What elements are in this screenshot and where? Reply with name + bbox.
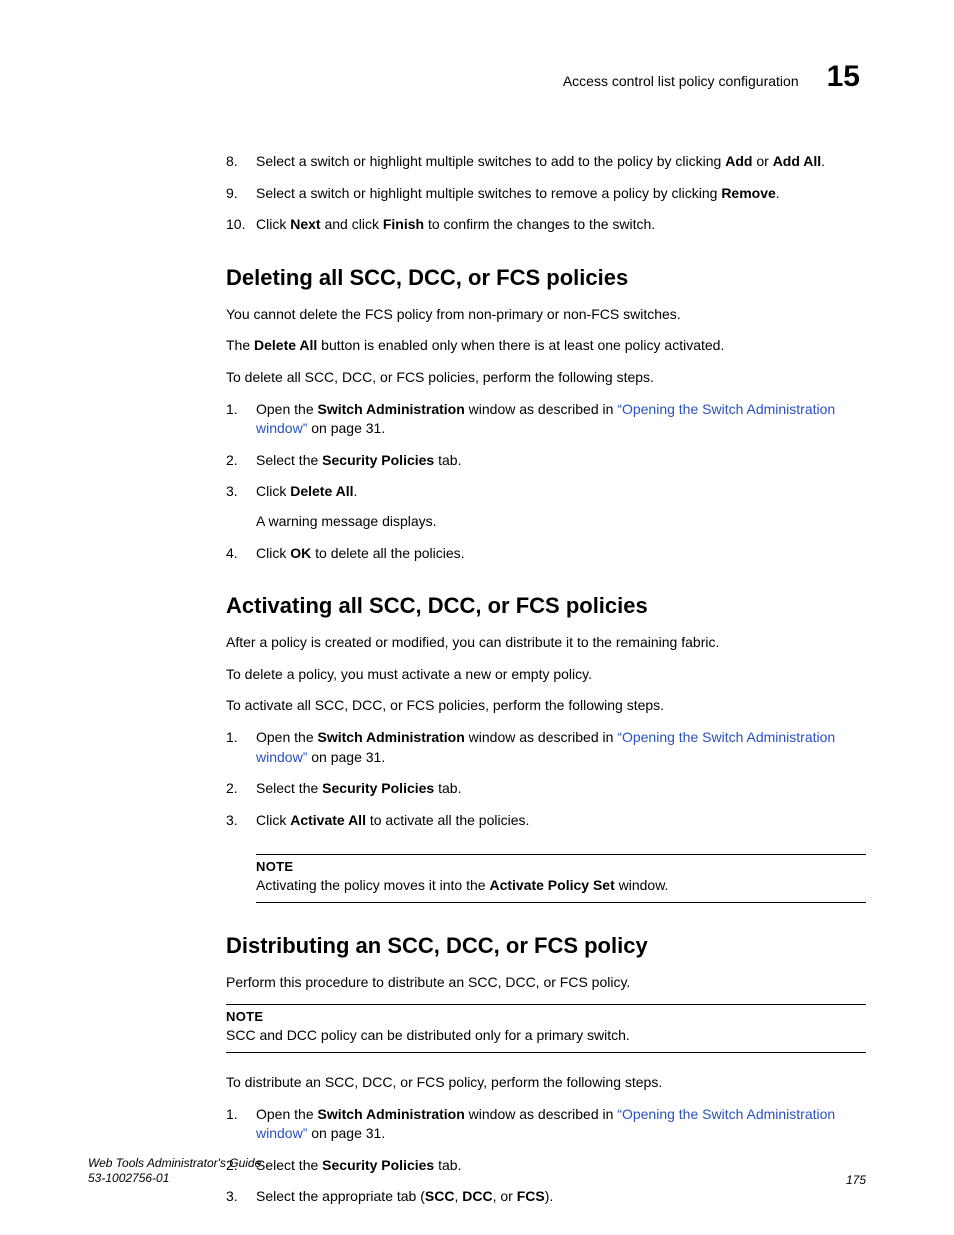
page: Access control list policy configuration… <box>0 0 954 1235</box>
step-text: Click <box>256 216 290 232</box>
ui-term: Security Policies <box>322 780 434 796</box>
step-item: Select the appropriate tab (SCC, DCC, or… <box>226 1187 866 1207</box>
ui-term: FCS <box>517 1188 545 1204</box>
ui-term: Switch Administration <box>318 401 465 417</box>
doc-partnum: 53-1002756-01 <box>88 1171 261 1187</box>
sec1-steps: Open the Switch Administration window as… <box>226 400 866 564</box>
section-heading-activating: Activating all SCC, DCC, or FCS policies <box>226 593 866 619</box>
text: The <box>226 337 254 353</box>
ui-term: DCC <box>462 1188 492 1204</box>
ui-term: Activate All <box>290 812 366 828</box>
ui-term: Next <box>290 216 320 232</box>
note-label: NOTE <box>226 1009 866 1024</box>
step-text: to confirm the changes to the switch. <box>424 216 655 232</box>
ui-term: Delete All <box>290 483 353 499</box>
step-item: Open the Switch Administration window as… <box>226 1105 866 1144</box>
text: Open the <box>256 401 318 417</box>
step-item: Click Delete All. A warning message disp… <box>226 482 866 531</box>
step-item: Click Activate All to activate all the p… <box>226 811 866 831</box>
ui-term: Add All <box>773 153 821 169</box>
step-text: Select a switch or highlight multiple sw… <box>256 153 725 169</box>
step-item: Open the Switch Administration window as… <box>226 728 866 767</box>
chapter-number: 15 <box>827 60 860 94</box>
text: Select the appropriate tab ( <box>256 1188 425 1204</box>
intro-steps: Select a switch or highlight multiple sw… <box>226 152 866 235</box>
note-text: Activating the policy moves it into the … <box>256 876 866 896</box>
page-number: 175 <box>846 1173 866 1187</box>
text: Open the <box>256 1106 318 1122</box>
text: to delete all the policies. <box>311 545 464 561</box>
ui-term: SCC <box>425 1188 455 1204</box>
body-text: You cannot delete the FCS policy from no… <box>226 305 866 325</box>
body-text: To distribute an SCC, DCC, or FCS policy… <box>226 1073 866 1093</box>
step-text: . <box>776 185 780 201</box>
text: Open the <box>256 729 318 745</box>
step-item: Select the Security Policies tab. <box>226 451 866 471</box>
body-text: The Delete All button is enabled only wh… <box>226 336 866 356</box>
text: on page 31. <box>307 420 385 436</box>
note-label: NOTE <box>256 859 866 874</box>
note-box: NOTE SCC and DCC policy can be distribut… <box>226 1004 866 1053</box>
text: button is enabled only when there is at … <box>317 337 724 353</box>
ui-term: Remove <box>721 185 775 201</box>
ui-term: OK <box>290 545 311 561</box>
text: , or <box>493 1188 517 1204</box>
substep-text: A warning message displays. <box>256 512 866 532</box>
ui-term: Delete All <box>254 337 317 353</box>
section-heading-distributing: Distributing an SCC, DCC, or FCS policy <box>226 933 866 959</box>
step-item: Select a switch or highlight multiple sw… <box>226 152 866 172</box>
step-item: Select a switch or highlight multiple sw… <box>226 184 866 204</box>
note-box: NOTE Activating the policy moves it into… <box>256 854 866 903</box>
text: tab. <box>434 452 461 468</box>
text: on page 31. <box>307 749 385 765</box>
text: window. <box>615 877 669 893</box>
step-item: Select the Security Policies tab. <box>226 779 866 799</box>
content-area: Select a switch or highlight multiple sw… <box>88 152 866 1207</box>
doc-title: Web Tools Administrator's Guide <box>88 1156 261 1172</box>
body-text: After a policy is created or modified, y… <box>226 633 866 653</box>
text: to activate all the policies. <box>366 812 529 828</box>
text: Click <box>256 545 290 561</box>
ui-term: Security Policies <box>322 452 434 468</box>
text: window as described in <box>465 401 618 417</box>
text: tab. <box>434 780 461 796</box>
body-text: To delete a policy, you must activate a … <box>226 665 866 685</box>
footer-left: Web Tools Administrator's Guide 53-10027… <box>88 1156 261 1187</box>
text: Click <box>256 812 290 828</box>
step-text: Select a switch or highlight multiple sw… <box>256 185 721 201</box>
step-item: Click OK to delete all the policies. <box>226 544 866 564</box>
section-heading-deleting: Deleting all SCC, DCC, or FCS policies <box>226 265 866 291</box>
step-text: or <box>752 153 772 169</box>
ui-term: Add <box>725 153 752 169</box>
step-text: and click <box>321 216 383 232</box>
note-text: SCC and DCC policy can be distributed on… <box>226 1026 866 1046</box>
header-title: Access control list policy configuration <box>563 73 799 89</box>
running-header: Access control list policy configuration… <box>88 60 866 94</box>
text: Select the <box>256 452 322 468</box>
text: window as described in <box>465 729 618 745</box>
text: window as described in <box>465 1106 618 1122</box>
text: ). <box>545 1188 554 1204</box>
ui-term: Switch Administration <box>318 729 465 745</box>
page-footer: Web Tools Administrator's Guide 53-10027… <box>88 1156 866 1187</box>
text: Activating the policy moves it into the <box>256 877 489 893</box>
body-text: To delete all SCC, DCC, or FCS policies,… <box>226 368 866 388</box>
body-text: To activate all SCC, DCC, or FCS policie… <box>226 696 866 716</box>
text: . <box>354 483 358 499</box>
ui-term: Finish <box>383 216 424 232</box>
sec2-steps: Open the Switch Administration window as… <box>226 728 866 830</box>
ui-term: Switch Administration <box>318 1106 465 1122</box>
step-text: . <box>821 153 825 169</box>
text: on page 31. <box>307 1125 385 1141</box>
text: Click <box>256 483 290 499</box>
text: Select the <box>256 780 322 796</box>
ui-term: Activate Policy Set <box>489 877 614 893</box>
body-text: Perform this procedure to distribute an … <box>226 973 866 993</box>
step-item: Open the Switch Administration window as… <box>226 400 866 439</box>
step-item: Click Next and click Finish to confirm t… <box>226 215 866 235</box>
